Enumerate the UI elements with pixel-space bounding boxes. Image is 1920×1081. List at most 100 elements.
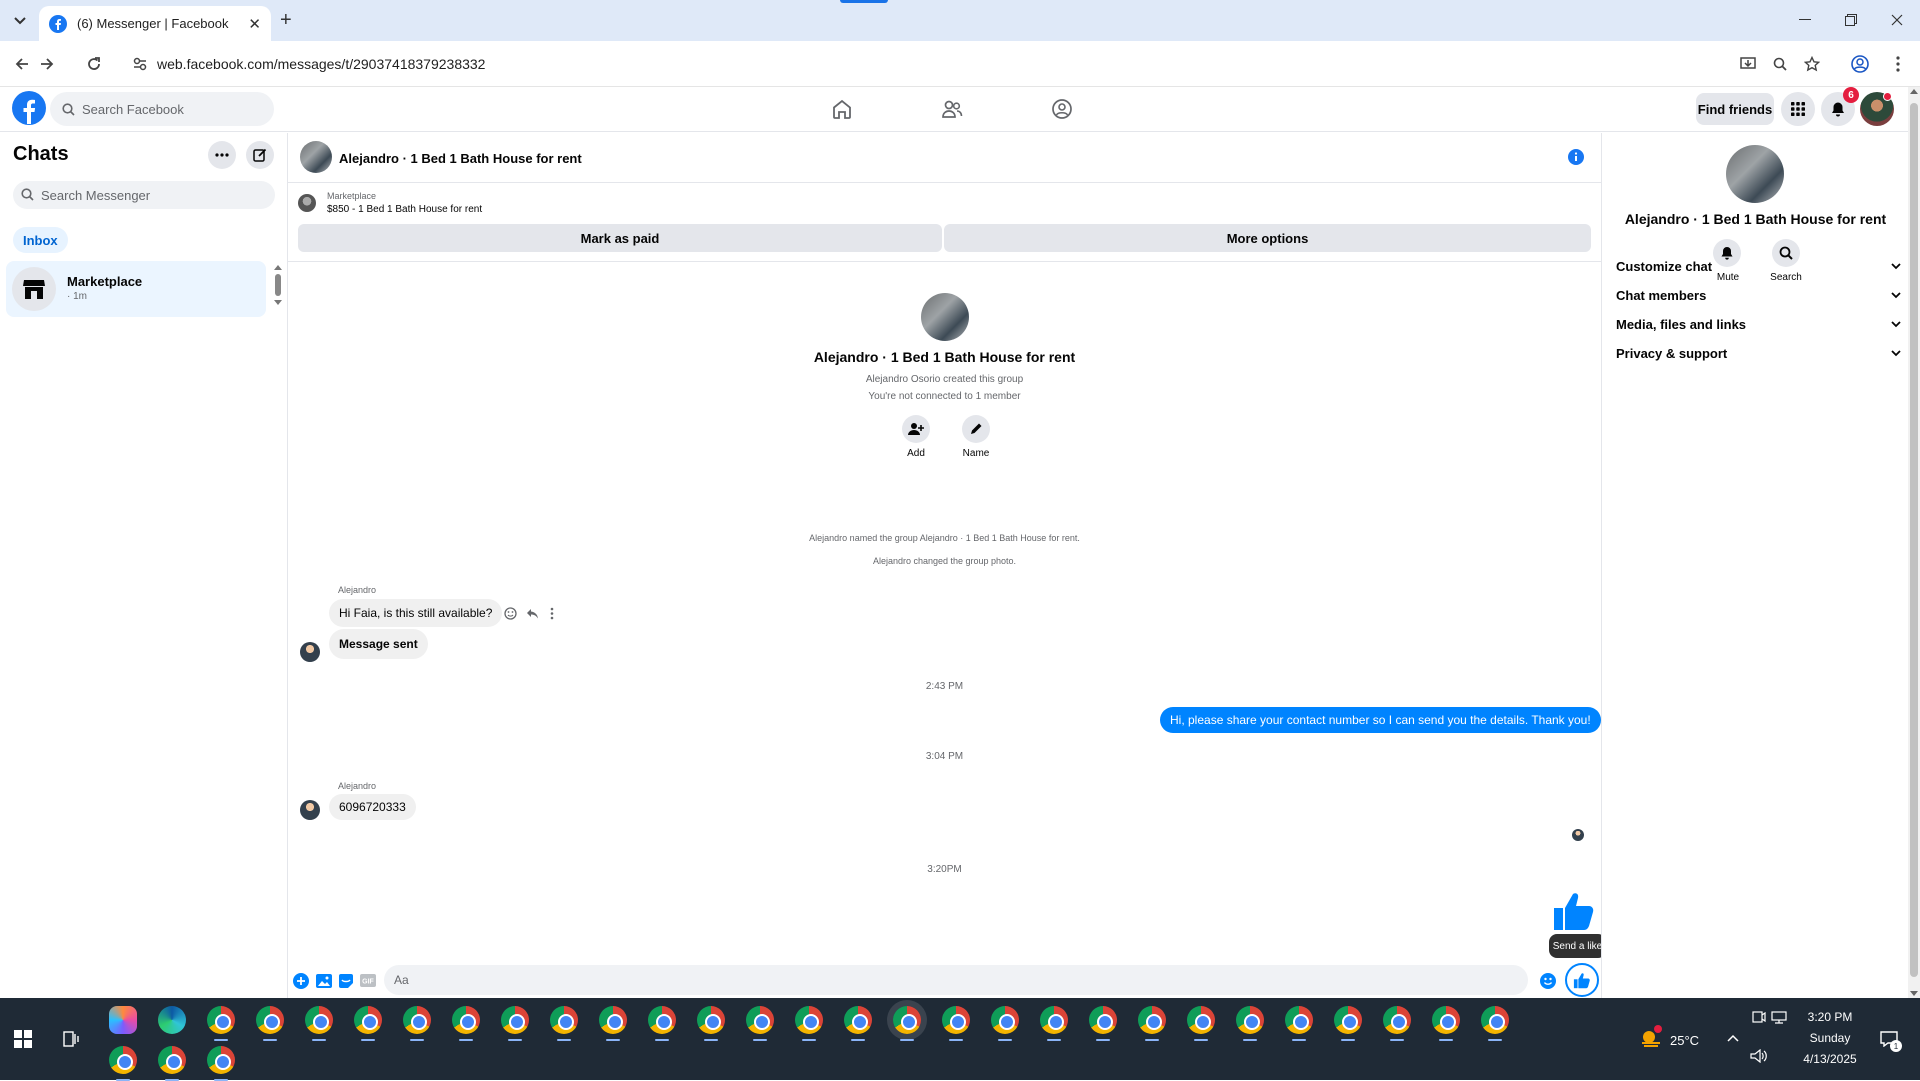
chevron-up-icon[interactable] xyxy=(1727,1034,1739,1042)
more-vertical-icon[interactable] xyxy=(550,607,554,620)
chrome-window-icon[interactable] xyxy=(1432,1006,1460,1034)
react-icon[interactable] xyxy=(504,607,517,620)
gif-icon[interactable]: GIF xyxy=(360,974,376,987)
menu-button[interactable] xyxy=(1781,92,1815,126)
chrome-window-icon[interactable] xyxy=(207,1006,235,1034)
task-view-icon[interactable] xyxy=(63,1031,79,1047)
facebook-search-input[interactable]: Search Facebook xyxy=(50,92,274,126)
edge-icon[interactable] xyxy=(158,1006,186,1034)
more-options-button[interactable]: More options xyxy=(944,224,1591,252)
add-member-circle[interactable] xyxy=(902,415,930,443)
send-like-button[interactable] xyxy=(1565,963,1599,997)
customize-chat-section[interactable]: Customize chat xyxy=(1616,259,1901,274)
sticker-icon[interactable] xyxy=(338,973,354,989)
chrome-window-icon[interactable] xyxy=(991,1006,1019,1034)
page-scrollbar[interactable] xyxy=(1908,87,1920,998)
chrome-window-icon[interactable] xyxy=(1285,1006,1313,1034)
chrome-window-icon[interactable] xyxy=(1236,1006,1264,1034)
info-icon[interactable] xyxy=(1568,149,1584,165)
reload-button[interactable] xyxy=(82,52,106,76)
page-scroll-thumb[interactable] xyxy=(1910,103,1918,977)
messenger-search-input[interactable]: Search Messenger xyxy=(13,181,275,209)
message-input[interactable]: Aa xyxy=(384,965,1528,995)
scroll-up-arrow-icon[interactable] xyxy=(1910,89,1918,94)
nav-friends[interactable] xyxy=(941,98,963,120)
new-tab-button[interactable]: + xyxy=(280,9,292,32)
address-bar[interactable]: web.facebook.com/messages/t/290374183792… xyxy=(125,46,1815,82)
browser-menu-button[interactable] xyxy=(1886,52,1910,76)
clock-date[interactable]: 4/13/2025 xyxy=(1796,1052,1864,1066)
tab-search-button[interactable] xyxy=(8,10,32,32)
chrome-window-icon[interactable] xyxy=(158,1046,186,1074)
rename-group-button[interactable]: Name xyxy=(956,415,996,459)
chrome-window-icon[interactable] xyxy=(305,1006,333,1034)
chrome-window-icon[interactable] xyxy=(1481,1006,1509,1034)
forward-button[interactable] xyxy=(35,52,59,76)
chrome-window-icon[interactable] xyxy=(550,1006,578,1034)
chrome-window-icon[interactable] xyxy=(697,1006,725,1034)
chrome-window-icon[interactable] xyxy=(1187,1006,1215,1034)
chrome-window-icon[interactable] xyxy=(893,1006,921,1034)
scroll-down-arrow-icon[interactable] xyxy=(274,300,282,305)
chrome-window-icon[interactable] xyxy=(795,1006,823,1034)
chrome-window-icon[interactable] xyxy=(109,1046,137,1074)
chrome-window-icon[interactable] xyxy=(354,1006,382,1034)
listing-title[interactable]: $850 - 1 Bed 1 Bath House for rent xyxy=(327,204,482,215)
media-files-links-section[interactable]: Media, files and links xyxy=(1616,317,1901,332)
speaker-icon[interactable] xyxy=(1750,1049,1768,1063)
restore-button[interactable] xyxy=(1828,8,1874,32)
find-friends-button[interactable]: Find friends xyxy=(1696,93,1774,125)
chrome-window-icon[interactable] xyxy=(452,1006,480,1034)
plus-circle-icon[interactable] xyxy=(293,973,309,989)
minimize-button[interactable] xyxy=(1782,8,1828,32)
chrome-window-icon[interactable] xyxy=(207,1046,235,1074)
chrome-window-icon[interactable] xyxy=(1138,1006,1166,1034)
bookmark-button[interactable] xyxy=(1800,52,1824,76)
chrome-window-icon[interactable] xyxy=(501,1006,529,1034)
nav-groups[interactable] xyxy=(1051,98,1073,120)
close-window-button[interactable] xyxy=(1874,8,1920,32)
chat-members-section[interactable]: Chat members xyxy=(1616,288,1901,303)
details-group-photo[interactable] xyxy=(1726,145,1784,203)
chrome-window-icon[interactable] xyxy=(844,1006,872,1034)
conversation-title[interactable]: Alejandro · 1 Bed 1 Bath House for rent xyxy=(339,151,582,166)
meet-now-icon[interactable] xyxy=(1752,1011,1766,1023)
chrome-window-icon[interactable] xyxy=(1383,1006,1411,1034)
windows-start-icon[interactable] xyxy=(14,1030,32,1048)
chrome-window-icon[interactable] xyxy=(942,1006,970,1034)
nav-home[interactable] xyxy=(831,98,853,120)
photo-icon[interactable] xyxy=(316,973,332,989)
site-info-icon[interactable] xyxy=(133,57,147,71)
add-member-button[interactable]: Add xyxy=(901,415,931,459)
chrome-window-icon[interactable] xyxy=(256,1006,284,1034)
install-app-button[interactable] xyxy=(1736,52,1760,76)
inbox-filter[interactable]: Inbox xyxy=(13,227,68,253)
reply-icon[interactable] xyxy=(526,607,539,620)
emoji-icon[interactable] xyxy=(1540,973,1556,989)
chat-list-item[interactable]: Marketplace · 1m xyxy=(6,261,266,317)
chrome-window-icon[interactable] xyxy=(648,1006,676,1034)
privacy-support-section[interactable]: Privacy & support xyxy=(1616,346,1901,361)
chrome-window-icon[interactable] xyxy=(403,1006,431,1034)
chrome-window-icon[interactable] xyxy=(1334,1006,1362,1034)
weather-temperature[interactable]: 25°C xyxy=(1670,1033,1699,1048)
chrome-window-icon[interactable] xyxy=(1089,1006,1117,1034)
incoming-message[interactable]: Message sent xyxy=(329,629,428,659)
incoming-message[interactable]: Hi Faia, is this still available? xyxy=(329,599,503,627)
zoom-button[interactable] xyxy=(1768,52,1792,76)
rename-circle[interactable] xyxy=(962,415,990,443)
network-icon[interactable] xyxy=(1771,1011,1787,1024)
new-message-button[interactable] xyxy=(246,141,274,169)
copilot-icon[interactable] xyxy=(109,1006,137,1034)
chrome-window-icon[interactable] xyxy=(1040,1006,1068,1034)
active-tab[interactable]: (6) Messenger | Facebook ✕ xyxy=(39,6,271,41)
chrome-window-icon[interactable] xyxy=(599,1006,627,1034)
outgoing-message[interactable]: Hi, please share your contact number so … xyxy=(1160,707,1601,733)
sidebar-scroll-thumb[interactable] xyxy=(275,274,281,296)
clock-time[interactable]: 3:20 PM xyxy=(1800,1010,1860,1024)
chrome-window-icon[interactable] xyxy=(746,1006,774,1034)
group-avatar[interactable] xyxy=(300,141,332,173)
back-button[interactable] xyxy=(10,52,34,76)
clock-day[interactable]: Sunday xyxy=(1800,1031,1860,1045)
close-tab-icon[interactable]: ✕ xyxy=(248,15,261,33)
